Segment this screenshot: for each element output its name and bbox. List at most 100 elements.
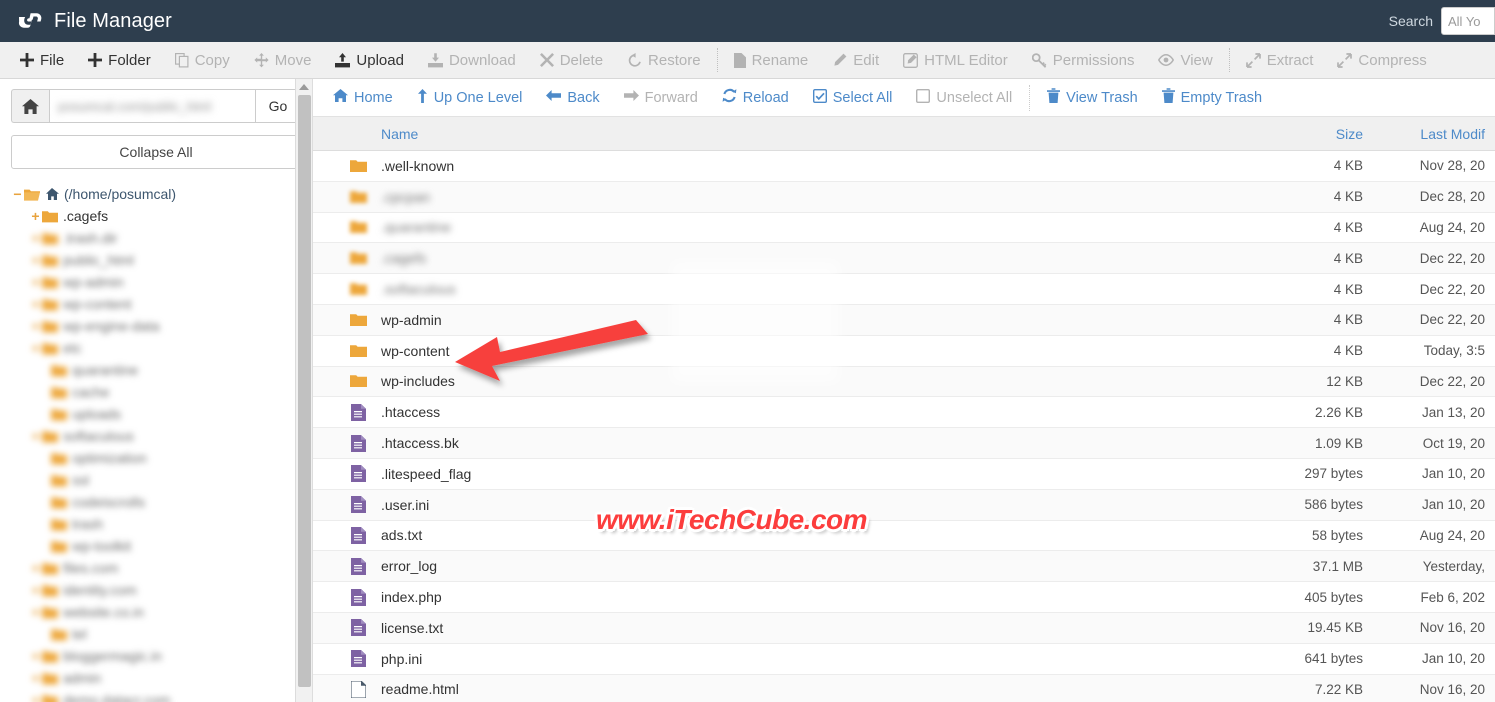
column-header-size[interactable]: Size <box>1263 126 1375 142</box>
path-input[interactable]: posumcal.com/public_html <box>49 89 255 123</box>
tree-expand-toggle[interactable]: + <box>29 252 42 268</box>
search-scope-select[interactable]: All Yo <box>1441 7 1495 35</box>
tree-node-redacted[interactable]: optimization <box>11 447 301 469</box>
table-row[interactable]: .htaccess 2.26 KB Jan 13, 20 <box>313 397 1495 429</box>
tree-node-redacted[interactable]: + bloggermagic.in <box>11 645 301 667</box>
tree-expand-toggle[interactable]: + <box>29 230 42 246</box>
file-name[interactable]: .user.ini <box>373 497 1263 513</box>
home-icon[interactable] <box>11 89 49 123</box>
tree-expand-toggle[interactable]: + <box>29 670 42 686</box>
tree-node-redacted[interactable]: codeiscrolls <box>11 491 301 513</box>
file-name[interactable]: license.txt <box>373 620 1263 636</box>
table-row[interactable]: .softaculous 4 KB Dec 22, 20 <box>313 274 1495 305</box>
tree-node-redacted[interactable]: + demo.datacr.com <box>11 689 301 702</box>
table-row[interactable]: wp-includes 12 KB Dec 22, 20 <box>313 366 1495 398</box>
tree-node-redacted[interactable]: cache <box>11 381 301 403</box>
tree-expand-toggle[interactable]: + <box>29 560 42 576</box>
tree-node-redacted[interactable]: + etc <box>11 337 301 359</box>
tree-node-redacted[interactable]: ssl <box>11 469 301 491</box>
file-name[interactable]: wp-content <box>373 343 1263 359</box>
table-row[interactable]: error_log 37.1 MB Yesterday, <box>313 551 1495 583</box>
file-name[interactable]: .cagefs <box>373 250 1263 266</box>
move-button: Move <box>242 42 324 78</box>
table-row[interactable]: readme.html 7.22 KB Nov 16, 20 <box>313 674 1495 702</box>
file-name[interactable]: php.ini <box>373 651 1263 667</box>
file-name[interactable]: wp-admin <box>373 312 1263 328</box>
tree-node-redacted[interactable]: + wp-content <box>11 293 301 315</box>
tree-expand-toggle[interactable]: + <box>29 208 42 224</box>
tree-node-cagefs[interactable]: + .cagefs <box>11 205 301 227</box>
sidebar-scrollbar[interactable] <box>295 79 312 702</box>
tree-expand-toggle[interactable]: + <box>29 340 42 356</box>
tree-expand-toggle[interactable]: + <box>29 318 42 334</box>
new-file-button[interactable]: File <box>8 42 76 78</box>
file-name[interactable]: .softaculous <box>373 281 1263 297</box>
table-row[interactable]: index.php 405 bytes Feb 6, 202 <box>313 582 1495 613</box>
table-row[interactable]: .well-known 4 KB Nov 28, 20 <box>313 151 1495 182</box>
tree-expand-toggle[interactable]: + <box>29 274 42 290</box>
file-name[interactable]: .cpcpan <box>373 189 1263 205</box>
copy-button: Copy <box>163 42 242 78</box>
nav-back-button[interactable]: Back <box>534 80 611 116</box>
tree-expand-toggle[interactable]: + <box>29 648 42 664</box>
nav-home-button[interactable]: Home <box>321 80 405 116</box>
table-row[interactable]: .quarantine 4 KB Aug 24, 20 <box>313 212 1495 244</box>
file-name[interactable]: wp-includes <box>373 373 1263 389</box>
file-size: 4 KB <box>1333 219 1363 235</box>
column-header-last-modified[interactable]: Last Modif <box>1375 126 1495 142</box>
column-header-name[interactable]: Name <box>373 126 1263 142</box>
tree-node-redacted[interactable]: trash <box>11 513 301 535</box>
file-name[interactable]: .quarantine <box>373 219 1263 235</box>
tree-expand-toggle[interactable]: + <box>29 692 42 702</box>
tree-node-home[interactable]: − (/home/posumcal) <box>11 183 301 205</box>
table-row[interactable]: .litespeed_flag 297 bytes Jan 10, 20 <box>313 458 1495 490</box>
file-name[interactable]: ads.txt <box>373 527 1263 543</box>
file-name[interactable]: .litespeed_flag <box>373 466 1263 482</box>
tree-expand-toggle[interactable]: + <box>29 428 42 444</box>
table-row[interactable]: wp-admin 4 KB Dec 22, 20 <box>313 304 1495 336</box>
new-folder-button[interactable]: Folder <box>76 42 163 78</box>
tree-expand-toggle[interactable]: + <box>29 582 42 598</box>
tree-node-redacted[interactable]: + admin <box>11 667 301 689</box>
nav-select-all-button[interactable]: Select All <box>801 80 905 116</box>
table-row[interactable]: .htaccess.bk 1.09 KB Oct 19, 20 <box>313 428 1495 459</box>
nav-reload-button[interactable]: Reload <box>710 80 801 116</box>
tree-node-redacted[interactable]: tel <box>11 623 301 645</box>
upload-button[interactable]: Upload <box>323 42 416 78</box>
tree-node-redacted[interactable]: + identity.com <box>11 579 301 601</box>
file-name[interactable]: error_log <box>373 558 1263 574</box>
table-row[interactable]: .user.ini 586 bytes Jan 10, 20 <box>313 489 1495 521</box>
table-row[interactable]: ads.txt 58 bytes Aug 24, 20 <box>313 520 1495 552</box>
tree-node-redacted[interactable]: + public_html <box>11 249 301 271</box>
tree-node-redacted[interactable]: uploads <box>11 403 301 425</box>
tree-expand-toggle[interactable]: + <box>29 296 42 312</box>
tree-expand-toggle[interactable]: + <box>29 604 42 620</box>
file-name[interactable]: index.php <box>373 589 1263 605</box>
nav-view-trash-button[interactable]: View Trash <box>1035 80 1149 116</box>
scroll-up-arrow-icon[interactable] <box>299 84 309 90</box>
table-row[interactable]: license.txt 19.45 KB Nov 16, 20 <box>313 612 1495 644</box>
file-name[interactable]: readme.html <box>373 681 1263 697</box>
table-row[interactable]: .cpcpan 4 KB Dec 28, 20 <box>313 181 1495 213</box>
nav-empty-trash-button[interactable]: Empty Trash <box>1150 80 1274 116</box>
file-name[interactable]: .htaccess <box>373 404 1263 420</box>
table-row[interactable]: .cagefs 4 KB Dec 22, 20 <box>313 243 1495 275</box>
tree-collapse-toggle[interactable]: − <box>11 186 24 202</box>
tree-node-redacted[interactable]: + wp-engine-data <box>11 315 301 337</box>
file-name[interactable]: .well-known <box>373 158 1263 174</box>
tree-node-redacted[interactable]: + .trash.dir <box>11 227 301 249</box>
folder-icon <box>42 430 58 443</box>
tree-node-redacted[interactable]: quarantine <box>11 359 301 381</box>
file-name[interactable]: .htaccess.bk <box>373 435 1263 451</box>
nav-up-one-level-button[interactable]: Up One Level <box>405 80 535 116</box>
table-row[interactable]: php.ini 641 bytes Jan 10, 20 <box>313 643 1495 675</box>
scrollbar-thumb[interactable] <box>298 95 311 687</box>
collapse-all-button[interactable]: Collapse All <box>11 135 301 169</box>
search-label: Search <box>1388 13 1433 29</box>
tree-node-redacted[interactable]: + files.com <box>11 557 301 579</box>
table-row[interactable]: wp-content 4 KB Today, 3:5 <box>313 335 1495 367</box>
tree-node-redacted[interactable]: + softaculous <box>11 425 301 447</box>
tree-node-redacted[interactable]: + wp-admin <box>11 271 301 293</box>
tree-node-redacted[interactable]: wp-toolkit <box>11 535 301 557</box>
tree-node-redacted[interactable]: + website.co.in <box>11 601 301 623</box>
